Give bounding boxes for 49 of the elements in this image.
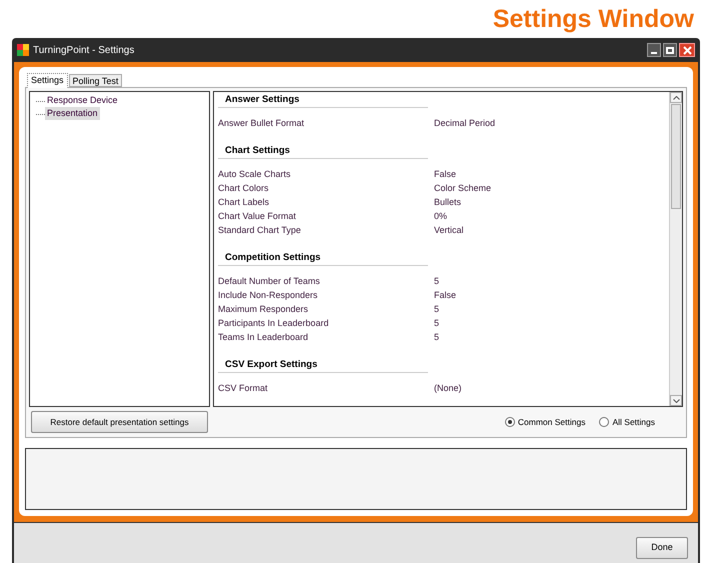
- setting-value[interactable]: (None): [434, 382, 462, 396]
- tree-item[interactable]: Presentation: [45, 106, 100, 120]
- setting-value[interactable]: False: [434, 289, 456, 303]
- setting-name: Include Non-Responders: [218, 289, 319, 302]
- scroll-up-icon[interactable]: [670, 92, 682, 103]
- setting-value[interactable]: Decimal Period: [434, 117, 496, 131]
- radio-label: All Settings: [612, 416, 655, 428]
- tree-item[interactable]: Response Device: [45, 94, 120, 108]
- close-button[interactable]: [679, 43, 695, 57]
- setting-value[interactable]: 0%: [434, 210, 448, 224]
- page-heading: Settings Window: [492, 4, 694, 35]
- setting-value[interactable]: 5: [434, 317, 440, 331]
- maximize-button[interactable]: [663, 43, 677, 57]
- setting-value[interactable]: 5: [434, 331, 440, 345]
- tab[interactable]: Polling Test: [68, 74, 122, 87]
- tab[interactable]: Settings: [27, 73, 68, 88]
- setting-name: Standard Chart Type: [218, 224, 302, 238]
- setting-name: Chart Value Format: [218, 210, 297, 224]
- done-button[interactable]: Done: [636, 537, 688, 559]
- minimize-button[interactable]: [647, 43, 661, 57]
- close-icon: [682, 46, 692, 54]
- setting-name: Maximum Responders: [218, 303, 310, 316]
- app-logo-icon: [17, 44, 29, 56]
- setting-name: Chart Labels: [218, 196, 270, 210]
- section-heading: Competition Settings: [225, 250, 321, 265]
- setting-name: Participants In Leaderboard: [218, 317, 330, 330]
- radio-button[interactable]: [599, 417, 610, 427]
- radio-label: Common Settings: [518, 416, 586, 428]
- setting-name: Auto Scale Charts: [218, 168, 292, 182]
- setting-value[interactable]: 5: [434, 275, 440, 289]
- setting-name: Answer Bullet Format: [218, 117, 306, 130]
- section-heading: Chart Settings: [225, 144, 290, 158]
- setting-value[interactable]: 5: [434, 303, 440, 317]
- scrollbar[interactable]: [669, 92, 682, 406]
- setting-name: Teams In Leaderboard: [218, 331, 310, 344]
- restore-defaults-button[interactable]: Restore default presentation settings: [31, 411, 208, 433]
- setting-name: CSV Format: [218, 382, 269, 396]
- setting-value[interactable]: False: [434, 168, 456, 182]
- radio-button[interactable]: [504, 417, 515, 427]
- section-heading: Answer Settings: [225, 92, 300, 107]
- scroll-thumb[interactable]: [671, 104, 681, 209]
- setting-value[interactable]: Color Scheme: [434, 182, 492, 196]
- setting-name: Chart Colors: [218, 182, 270, 196]
- setting-value[interactable]: Vertical: [434, 224, 464, 238]
- window-title: TurningPoint - Settings: [33, 44, 134, 58]
- scroll-down-icon[interactable]: [670, 395, 682, 406]
- setting-value[interactable]: Bullets: [434, 196, 462, 210]
- setting-name: Default Number of Teams: [218, 275, 321, 288]
- section-heading: CSV Export Settings: [225, 358, 318, 372]
